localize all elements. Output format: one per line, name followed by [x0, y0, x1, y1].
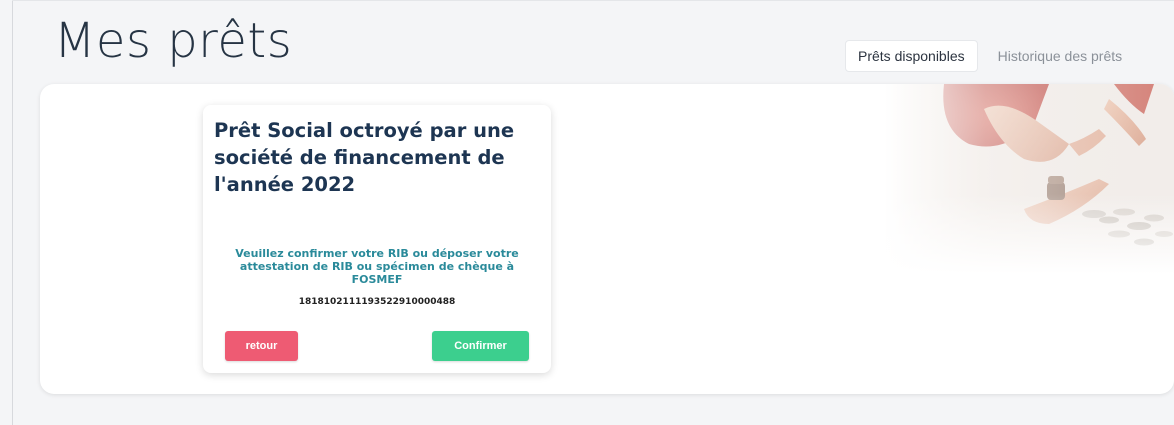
rib-instruction: Veuillez confirmer votre RIB ou déposer … [235, 247, 519, 286]
tab-loan-history[interactable]: Historique des prêts [986, 40, 1135, 72]
confirm-button[interactable]: Confirmer [432, 331, 529, 361]
loan-card: Prêt Social octroyé par une société de f… [203, 105, 551, 373]
hands-with-coins-photo [884, 84, 1174, 274]
page-title: Mes prêts [54, 13, 293, 69]
window-frame-top [12, 0, 1174, 1]
tab-available-loans[interactable]: Prêts disponibles [845, 40, 978, 72]
window-frame-left [12, 0, 13, 425]
rib-number: 1818102111193522910000488 [298, 297, 456, 307]
loan-tabs: Prêts disponibles Historique des prêts [845, 40, 1134, 72]
back-button[interactable]: retour [225, 331, 298, 361]
loan-title: Prêt Social octroyé par une société de f… [214, 119, 515, 196]
